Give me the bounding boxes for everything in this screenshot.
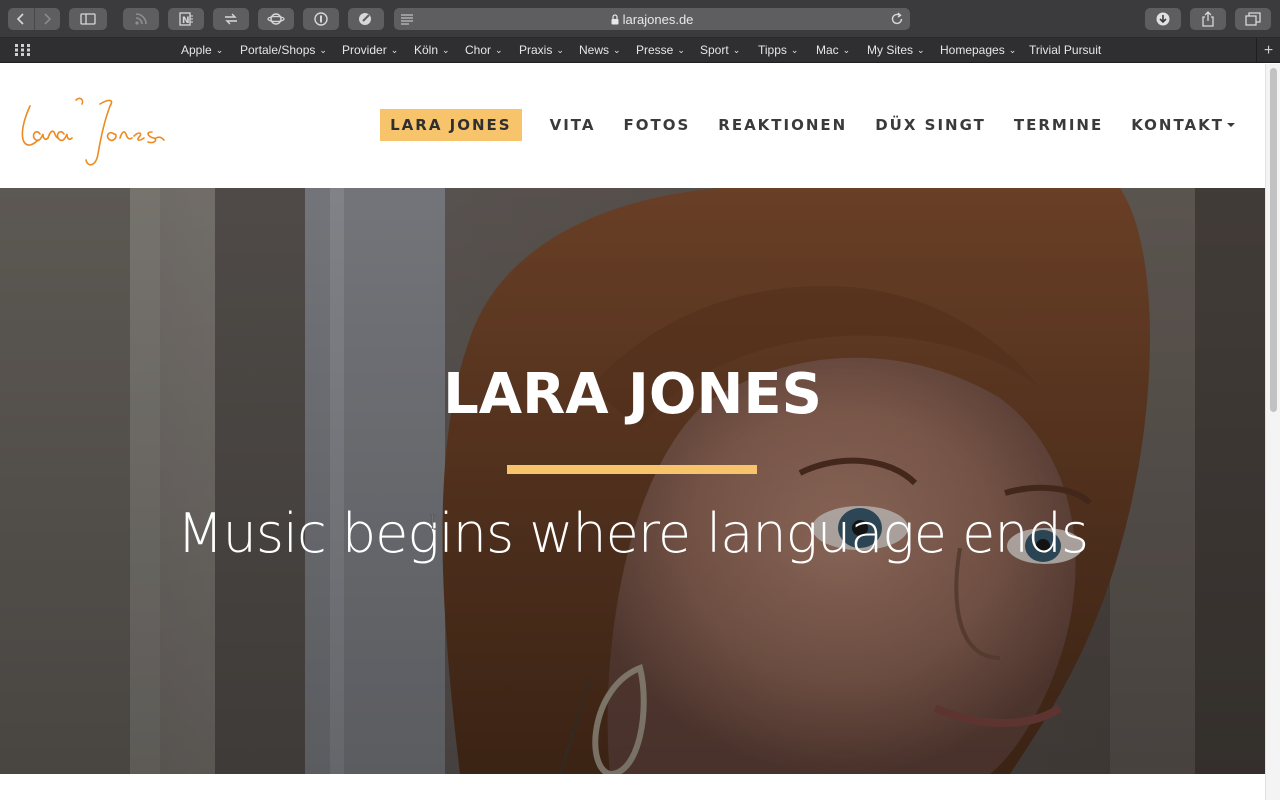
- history-nav: [8, 8, 60, 30]
- bookmark-label: Köln: [414, 43, 439, 57]
- new-tab-plus-icon[interactable]: +: [1256, 38, 1280, 63]
- onenote-button[interactable]: N: [168, 8, 204, 30]
- bookmark-sport[interactable]: Sport ⌄: [700, 43, 740, 57]
- sync-icon: [267, 13, 285, 25]
- rss-icon: [135, 13, 147, 25]
- onenote-icon: N: [179, 12, 193, 26]
- page-scrollbar[interactable]: [1265, 64, 1280, 800]
- site-logo[interactable]: [18, 94, 168, 179]
- hero-section: LARA JONES Music begins where language e…: [0, 188, 1265, 774]
- nav-fotos[interactable]: FOTOS: [623, 111, 690, 139]
- site-header: LARA JONES VITA FOTOS REAKTIONEN DÜX SIN…: [0, 64, 1265, 188]
- bookmark-label: Sport: [700, 43, 729, 57]
- nav-duex-singt[interactable]: DÜX SINGT: [875, 111, 986, 139]
- transfer-button[interactable]: [213, 8, 249, 30]
- chevron-down-icon: ⌄: [1008, 45, 1017, 55]
- chevron-down-icon: ⌄: [390, 45, 399, 55]
- chevron-down-icon: ⌄: [556, 45, 564, 55]
- download-button[interactable]: [1145, 8, 1181, 30]
- tabs-button[interactable]: [1235, 8, 1271, 30]
- nav-vita[interactable]: VITA: [550, 111, 596, 139]
- bookmark-news[interactable]: News ⌄: [579, 43, 621, 57]
- hero-accent-bar: [507, 465, 757, 474]
- nav-lara-jones[interactable]: LARA JONES: [380, 109, 522, 141]
- bookmark-trivial-pursuit[interactable]: Trivial Pursuit: [1029, 43, 1101, 57]
- bookmark-label: Presse: [636, 43, 674, 57]
- caret-down-icon: [1227, 123, 1235, 127]
- bookmark-apple[interactable]: Apple ⌄: [181, 43, 223, 57]
- bookmark-presse[interactable]: Presse ⌄: [636, 43, 685, 57]
- rss-button[interactable]: [123, 8, 159, 30]
- page-below-fold: [0, 774, 1265, 800]
- chevron-down-icon: ⌄: [613, 45, 621, 55]
- bookmark-label: Praxis: [519, 43, 553, 57]
- sidebar-button[interactable]: [69, 8, 107, 30]
- bookmark-label: Mac: [816, 43, 839, 57]
- hero-tagline: Music begins where language ends: [177, 502, 1089, 565]
- reload-icon[interactable]: [890, 12, 904, 26]
- transfer-icon: [225, 13, 237, 25]
- tabs-icon: [1245, 12, 1261, 26]
- nav-kontakt[interactable]: KONTAKT: [1131, 111, 1235, 139]
- url-text: larajones.de: [622, 11, 694, 27]
- bookmark-label: Homepages: [940, 43, 1005, 57]
- back-button[interactable]: [8, 8, 34, 30]
- svg-text:N: N: [182, 16, 190, 26]
- extension-icon: [359, 13, 371, 25]
- bookmark-provider[interactable]: Provider ⌄: [342, 43, 398, 57]
- forward-button[interactable]: [33, 8, 61, 30]
- chevron-down-icon: ⌄: [319, 45, 327, 55]
- bookmark-label: Tipps: [758, 43, 787, 57]
- browser-toolbar: N larajones.de: [0, 0, 1280, 38]
- bookmark-praxis[interactable]: Praxis ⌄: [519, 43, 564, 57]
- hero-portrait-photo: [0, 188, 1265, 774]
- bookmark-label: News: [579, 43, 610, 57]
- bookmark-label: Portale/Shops: [240, 43, 316, 57]
- bookmarks-bar: Apple ⌄ Portale/Shops ⌄ Provider ⌄ Köln ⌄ Ch…: [0, 38, 1280, 63]
- text-cursor-icon: [429, 514, 436, 530]
- nav-reaktionen[interactable]: REAKTIONEN: [718, 111, 847, 139]
- password-button[interactable]: [303, 8, 339, 30]
- chevron-down-icon: ⌄: [842, 45, 851, 55]
- address-bar[interactable]: larajones.de: [394, 8, 910, 30]
- bookmark-chor[interactable]: Chor ⌄: [465, 43, 503, 57]
- chevron-down-icon: ⌄: [442, 45, 450, 55]
- download-icon: [1156, 12, 1170, 26]
- lara-jones-logo: [21, 97, 165, 166]
- bookmark-tipps[interactable]: Tipps ⌄: [758, 43, 798, 57]
- share-button[interactable]: [1190, 8, 1226, 30]
- forward-icon: [44, 13, 52, 25]
- sidebar-icon: [80, 13, 96, 25]
- bookmark-mac[interactable]: Mac ⌄: [816, 43, 850, 57]
- bookmark-label: Provider: [342, 43, 387, 57]
- sync-button[interactable]: [258, 8, 294, 30]
- bookmark-koeln[interactable]: Köln ⌄: [414, 43, 450, 57]
- main-nav: LARA JONES VITA FOTOS REAKTIONEN DÜX SIN…: [380, 109, 1235, 141]
- chevron-down-icon: ⌄: [215, 45, 224, 55]
- nav-kontakt-label: KONTAKT: [1131, 116, 1224, 134]
- chevron-down-icon: ⌄: [495, 45, 503, 55]
- bookmark-portale-shops[interactable]: Portale/Shops ⌄: [240, 43, 327, 57]
- bookmark-my-sites[interactable]: My Sites ⌄: [867, 43, 925, 57]
- lock-icon: [611, 13, 619, 24]
- nav-termine[interactable]: TERMINE: [1014, 111, 1103, 139]
- bookmark-label: Chor: [465, 43, 492, 57]
- bookmark-homepages[interactable]: Homepages ⌄: [940, 43, 1016, 57]
- scrollbar-thumb[interactable]: [1270, 68, 1277, 412]
- bookmark-label: My Sites: [867, 43, 914, 57]
- grid-icon[interactable]: [15, 44, 30, 56]
- chevron-down-icon: ⌄: [790, 45, 799, 55]
- share-icon: [1202, 11, 1214, 27]
- password-icon: [314, 12, 328, 26]
- chevron-down-icon: ⌄: [732, 45, 741, 55]
- chevron-down-icon: ⌄: [677, 45, 685, 55]
- reader-icon[interactable]: [400, 12, 414, 26]
- bookmark-label: Apple: [181, 43, 212, 57]
- chevron-down-icon: ⌄: [917, 45, 925, 55]
- back-icon: [16, 13, 24, 25]
- hero-title: LARA JONES: [443, 362, 822, 427]
- extension-button[interactable]: [348, 8, 384, 30]
